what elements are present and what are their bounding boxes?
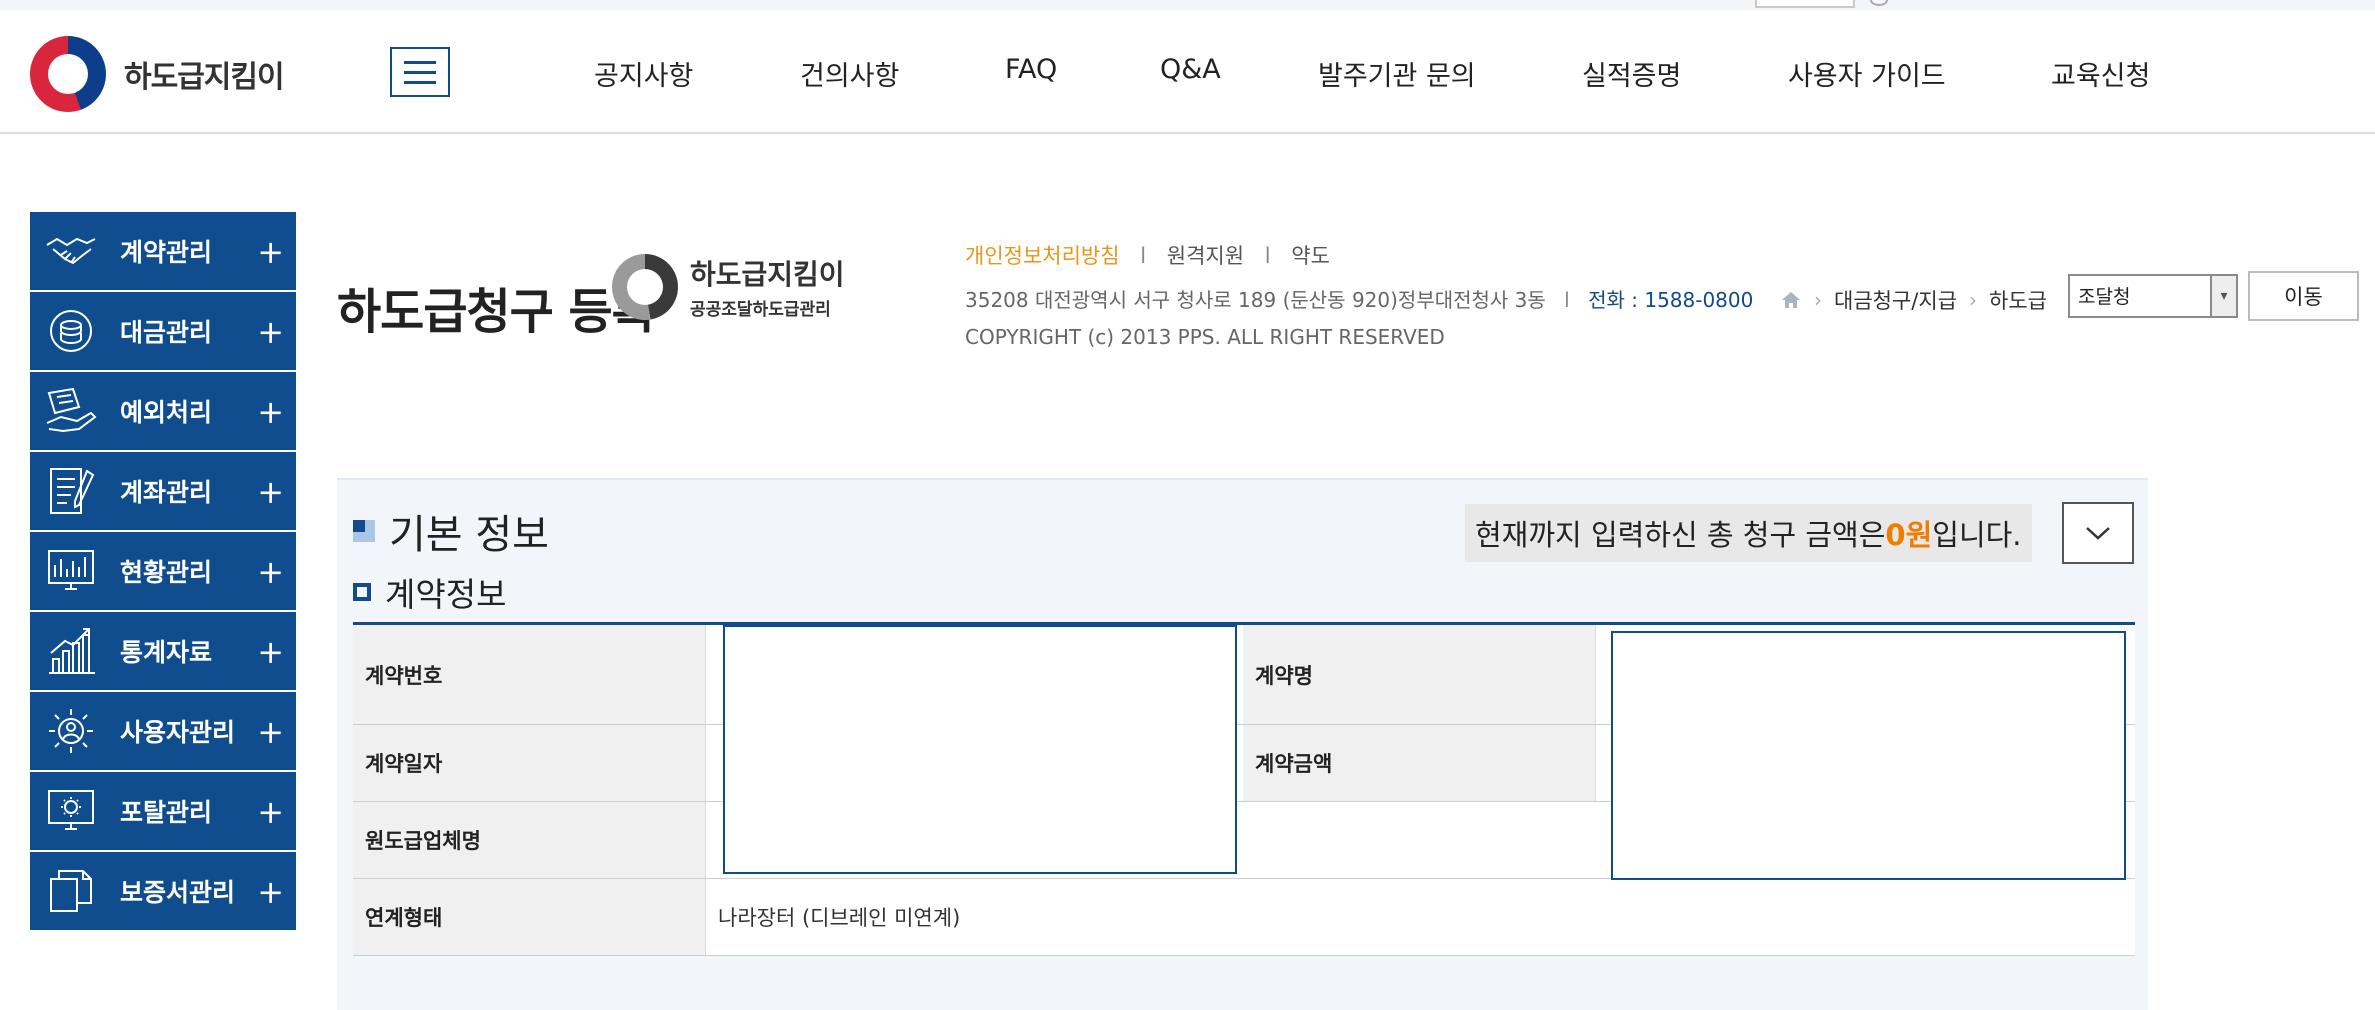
sidebar-item-label: 사용자관리 (120, 718, 236, 747)
site-header: 하도급지킴이 공지사항 건의사항 FAQ Q&A 발주기관 문의 실적증명 사용… (0, 10, 2375, 134)
expand-plus-icon[interactable]: + (257, 712, 284, 752)
sidebar-item-label: 포탈관리 (120, 798, 213, 827)
contract-amount-label: 계약금액 (1243, 725, 1596, 801)
sidebar-item-contract[interactable]: 계약관리 + (30, 212, 296, 292)
nav-qna[interactable]: Q&A (1160, 54, 1221, 85)
logo-text: 하도급지킴이 (124, 60, 285, 95)
go-button[interactable]: 이동 (2248, 271, 2359, 321)
chevron-down-icon: ▾ (2210, 276, 2236, 316)
menu-toggle-button[interactable] (390, 47, 450, 97)
sidebar-item-label: 계약관리 (120, 238, 213, 267)
monitor-chart-icon (36, 531, 106, 611)
sidebar-item-label: 보증서관리 (120, 878, 236, 907)
contract-info-input-box[interactable] (723, 625, 1237, 874)
sidebar-item-statistics[interactable]: 통계자료 + (30, 612, 296, 692)
contract-date-label: 계약일자 (353, 725, 706, 801)
sidebar-item-label: 통계자료 (120, 638, 213, 667)
taegeuk-logo-icon (30, 36, 106, 112)
remote-support-link[interactable]: 원격지원 (1167, 244, 1244, 268)
chevron-right-icon: › (1814, 288, 1822, 312)
top-utility-strip (0, 0, 2375, 10)
home-icon[interactable] (1780, 289, 1802, 311)
breadcrumb-item[interactable]: 하도급 (1989, 285, 2049, 315)
total-amount-value: 0원 (1885, 518, 1933, 552)
hand-document-icon (36, 371, 106, 451)
section-title: 기본 정보 (353, 502, 549, 560)
collapse-button[interactable] (2062, 502, 2134, 564)
user-gear-icon (36, 691, 106, 771)
footer-logo-icon (612, 253, 678, 320)
sidebar-item-account[interactable]: 계좌관리 + (30, 452, 296, 532)
separator: l (1140, 244, 1147, 268)
section-bullet-icon (353, 520, 375, 542)
link-type-label: 연계형태 (353, 879, 706, 955)
total-amount-banner: 현재까지 입력하신 총 청구 금액은 0원 입니다. (1465, 504, 2032, 562)
sidebar-item-label: 계좌관리 (120, 478, 213, 507)
footer-info: 개인정보처리방침 l 원격지원 l 약도 35208 대전광역시 서구 청사로 … (965, 240, 1753, 349)
nav-suggestion[interactable]: 건의사항 (800, 54, 899, 93)
address-text: 35208 대전광역시 서구 청사로 189 (둔산동 920)정부대전청사 3… (965, 288, 1546, 312)
documents-icon (36, 851, 106, 931)
expand-plus-icon[interactable]: + (257, 792, 284, 832)
sidebar-item-guarantee[interactable]: 보증서관리 + (30, 852, 296, 932)
footer-logo: 하도급지킴이 공공조달하도급관리 (612, 253, 845, 320)
separator: l (1564, 288, 1570, 312)
nav-user-guide[interactable]: 사용자 가이드 (1788, 54, 1946, 93)
sidebar-item-label: 예외처리 (120, 398, 213, 427)
sidebar-item-status[interactable]: 현황관리 + (30, 532, 296, 612)
sidebar-item-label: 대금관리 (120, 318, 213, 347)
sidebar-item-portal[interactable]: 포탈관리 + (30, 772, 296, 852)
top-utility-box[interactable] (1755, 0, 1855, 8)
page-title: 하도급청구 등록 (337, 284, 656, 340)
chevron-right-icon: › (1969, 288, 1977, 312)
phone-text: 전화 : 1588-0800 (1588, 288, 1754, 312)
coins-icon (36, 291, 106, 371)
handshake-icon (36, 211, 106, 291)
monitor-gear-icon (36, 771, 106, 851)
contract-info-table: 계약번호 계약명 계약일자 계약금액 원도급업체명 연계형태 나라장터 (디브레… (353, 622, 2135, 956)
org-select-value: 조달청 (2078, 286, 2131, 308)
footer-logo-title: 하도급지킴이 (690, 258, 845, 291)
hamburger-icon (404, 60, 436, 64)
nav-faq[interactable]: FAQ (1005, 54, 1057, 85)
contract-name-label: 계약명 (1243, 625, 1596, 724)
sidebar: 계약관리 + 대금관리 + 예외처리 + 계좌관리 + 현황관리 + 통계자료 … (30, 212, 296, 932)
sidebar-item-exception[interactable]: 예외처리 + (30, 372, 296, 452)
separator: l (1264, 244, 1271, 268)
top-utility-icon[interactable] (1870, 0, 1888, 6)
basic-info-panel: 기본 정보 계약정보 현재까지 입력하신 총 청구 금액은 0원 입니다. 계약… (337, 478, 2148, 1010)
expand-plus-icon[interactable]: + (257, 872, 284, 912)
sidebar-item-payment[interactable]: 대금관리 + (30, 292, 296, 372)
square-bullet-icon (353, 583, 371, 601)
sidebar-item-user[interactable]: 사용자관리 + (30, 692, 296, 772)
breadcrumb-item[interactable]: 대금청구/지급 (1834, 285, 1957, 315)
expand-plus-icon[interactable]: + (257, 392, 284, 432)
org-select[interactable]: 조달청 ▾ (2068, 274, 2238, 318)
expand-plus-icon[interactable]: + (257, 552, 284, 592)
growth-chart-icon (36, 611, 106, 691)
map-link[interactable]: 약도 (1291, 244, 1330, 268)
site-logo[interactable]: 하도급지킴이 (30, 36, 285, 112)
nav-agency-inquiry[interactable]: 발주기관 문의 (1318, 54, 1476, 93)
expand-plus-icon[interactable]: + (257, 472, 284, 512)
expand-plus-icon[interactable]: + (257, 232, 284, 272)
document-pen-icon (36, 451, 106, 531)
table-row: 연계형태 나라장터 (디브레인 미연계) (353, 879, 2135, 956)
contract-no-label: 계약번호 (353, 625, 706, 724)
footer-logo-subtitle: 공공조달하도급관리 (690, 300, 831, 320)
copyright-text: COPYRIGHT (c) 2013 PPS. ALL RIGHT RESERV… (965, 325, 1445, 349)
prime-contractor-label: 원도급업체명 (353, 802, 706, 878)
expand-plus-icon[interactable]: + (257, 632, 284, 672)
chevron-down-icon (2086, 527, 2110, 540)
subsection-title: 계약정보 (353, 568, 506, 616)
privacy-policy-link[interactable]: 개인정보처리방침 (965, 244, 1120, 268)
sidebar-item-label: 현황관리 (120, 558, 213, 587)
nav-performance-cert[interactable]: 실적증명 (1582, 54, 1681, 93)
expand-plus-icon[interactable]: + (257, 312, 284, 352)
nav-education[interactable]: 교육신청 (2051, 54, 2150, 93)
link-type-value: 나라장터 (디브레인 미연계) (706, 879, 2135, 955)
contract-detail-input-box[interactable] (1611, 631, 2126, 880)
nav-notice[interactable]: 공지사항 (594, 54, 693, 93)
breadcrumb: › 대금청구/지급 › 하도급 (1780, 285, 2049, 315)
